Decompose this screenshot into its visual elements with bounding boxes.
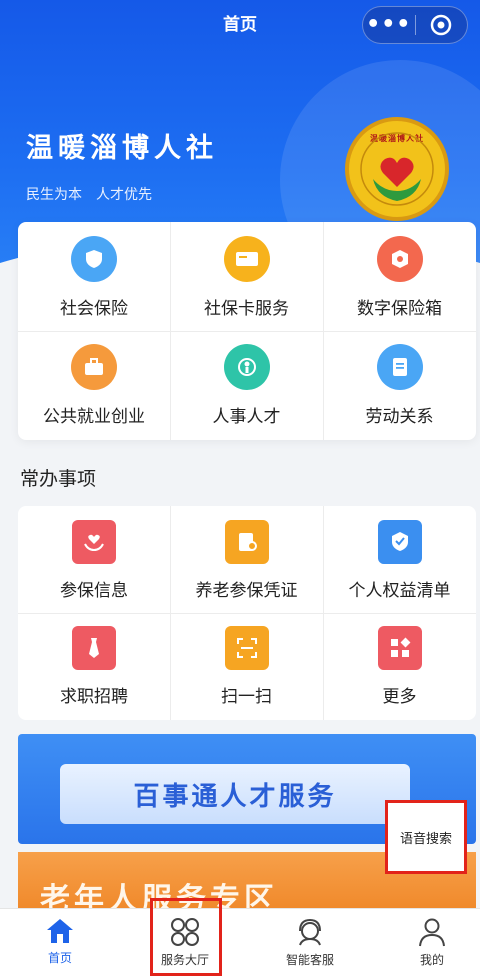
tab-label: 首页 <box>47 951 72 965</box>
service-digital-safe[interactable]: 数字保险箱 <box>323 236 476 319</box>
service-card[interactable]: 社保卡服务 <box>170 236 323 319</box>
tie-icon <box>72 626 116 670</box>
banner-title: 百事通人才服务 <box>133 782 337 812</box>
more-dots-icon[interactable]: ••• <box>363 6 415 44</box>
item-scan[interactable]: 扫一扫 <box>170 626 323 707</box>
target-icon[interactable] <box>416 14 468 36</box>
tab-bar: 首页 服务大厅 智能客服 我的 <box>0 908 480 977</box>
voice-search-button[interactable]: 语音搜索 <box>385 800 467 874</box>
tab-label: 智能客服 <box>285 953 334 967</box>
brand-title: 温暖淄博人社 <box>26 133 218 164</box>
main-services-card: 社会保险 社保卡服务 数字保险箱 公共就业创业 人事人才 劳动关系 <box>18 222 476 440</box>
mini-program-capsule: ••• <box>362 6 468 44</box>
slogan-2: 人才优先 <box>96 187 152 203</box>
item-label: 扫一扫 <box>221 687 272 707</box>
divider <box>18 613 476 614</box>
service-label: 公共就业创业 <box>43 407 145 427</box>
section-title-frequent: 常办事项 <box>20 468 97 490</box>
item-job-recruitment[interactable]: 求职招聘 <box>18 626 170 707</box>
item-rights-list[interactable]: 个人权益清单 <box>323 520 476 601</box>
safe-icon <box>376 236 423 282</box>
item-label: 求职招聘 <box>60 687 128 707</box>
service-label: 劳动关系 <box>365 407 434 427</box>
logo-seal: 温暖淄博人社 <box>345 117 449 221</box>
grid-more-icon <box>377 626 422 670</box>
service-employment[interactable]: 公共就业创业 <box>18 344 170 427</box>
item-label: 更多 <box>382 687 417 707</box>
shield-icon <box>71 236 117 282</box>
certificate-icon <box>224 520 269 564</box>
service-label: 人事人才 <box>212 407 281 427</box>
service-label: 社会保险 <box>60 299 128 319</box>
document-icon <box>376 344 423 390</box>
divider <box>18 331 476 332</box>
service-label: 数字保险箱 <box>357 299 442 319</box>
tab-label: 我的 <box>419 953 444 967</box>
item-pension-certificate[interactable]: 养老参保凭证 <box>170 520 323 601</box>
hands-heart-icon <box>72 520 116 564</box>
home-icon <box>47 919 73 943</box>
card-icon <box>223 236 270 282</box>
item-label: 参保信息 <box>60 581 128 601</box>
briefcase-icon <box>71 344 117 390</box>
slogan: 民生为本 人才优先 <box>26 184 166 204</box>
item-insurance-info[interactable]: 参保信息 <box>18 520 170 601</box>
service-social-insurance[interactable]: 社会保险 <box>18 236 170 319</box>
tab-mine[interactable]: 我的 <box>372 909 480 977</box>
item-label: 个人权益清单 <box>348 581 451 601</box>
service-personnel[interactable]: 人事人才 <box>170 344 323 427</box>
scan-icon <box>224 626 269 670</box>
highlight-box <box>150 898 222 976</box>
service-label: 社保卡服务 <box>204 299 289 319</box>
person-icon <box>223 344 270 390</box>
badge-icon <box>377 520 422 564</box>
user-icon <box>419 918 445 947</box>
item-more[interactable]: 更多 <box>323 626 476 707</box>
tab-smart-service[interactable]: 智能客服 <box>250 909 370 977</box>
agent-icon <box>299 918 321 946</box>
banner-panel: 百事通人才服务 <box>60 764 410 824</box>
slogan-1: 民生为本 <box>26 187 82 203</box>
item-label: 养老参保凭证 <box>195 581 298 601</box>
tab-home[interactable]: 首页 <box>0 909 120 977</box>
frequent-items-card: 参保信息 养老参保凭证 个人权益清单 求职招聘 扫一扫 更多 <box>18 506 476 720</box>
service-labor-relations[interactable]: 劳动关系 <box>323 344 476 427</box>
